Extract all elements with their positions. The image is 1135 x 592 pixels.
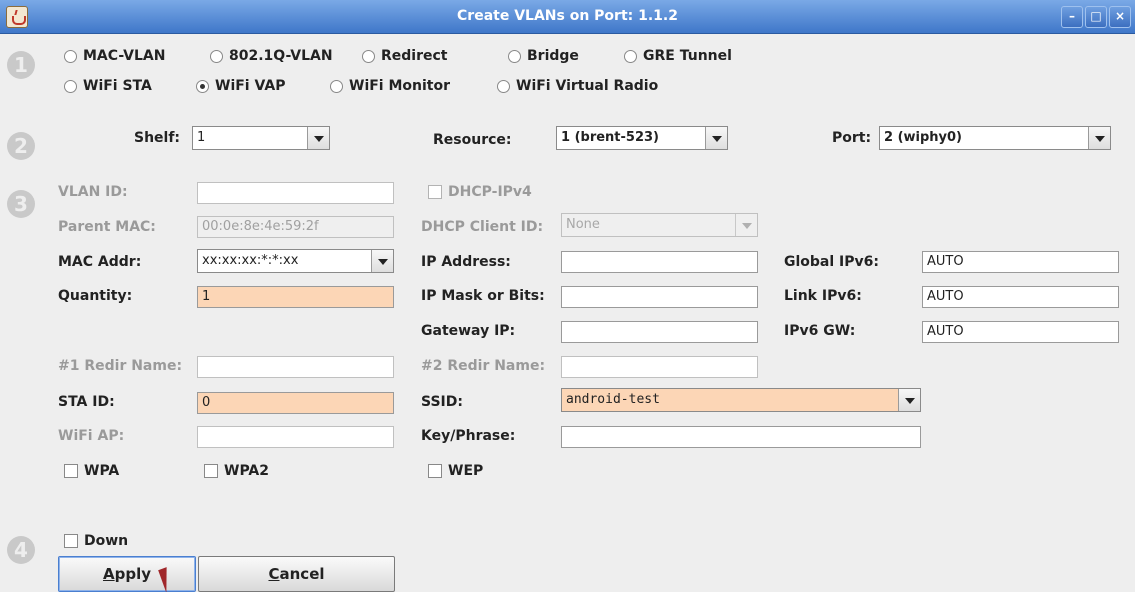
radio-icon [624, 49, 637, 63]
ip-address-input[interactable] [561, 251, 758, 273]
chevron-down-icon[interactable] [735, 214, 757, 236]
quantity-input[interactable]: 1 [197, 286, 394, 308]
gateway-ip-label: Gateway IP: [421, 323, 516, 339]
step-2-icon: 2 [7, 132, 35, 160]
redir2-input[interactable] [561, 356, 758, 378]
step-4-icon: 4 [7, 536, 35, 564]
ip-mask-input[interactable] [561, 286, 758, 308]
window-titlebar: Create VLANs on Port: 1.1.2 – □ × [0, 0, 1135, 34]
gateway-ip-input[interactable] [561, 321, 758, 343]
chevron-down-icon[interactable] [898, 389, 920, 411]
checkbox-icon [64, 534, 78, 548]
apply-button[interactable]: Apply [58, 556, 196, 592]
link-ipv6-input[interactable]: AUTO [922, 286, 1119, 308]
chevron-down-icon[interactable] [705, 127, 727, 149]
radio-wifi-virtual-radio[interactable]: WiFi Virtual Radio [497, 76, 658, 96]
window-title: Create VLANs on Port: 1.1.2 [457, 8, 678, 24]
radio-wifi-vap[interactable]: WiFi VAP [196, 76, 285, 96]
checkbox-icon [204, 464, 218, 478]
redir1-label: #1 Redir Name: [58, 358, 183, 374]
cancel-button[interactable]: Cancel [198, 556, 395, 592]
wifi-ap-label: WiFi AP: [58, 428, 125, 444]
key-phrase-input[interactable] [561, 426, 921, 448]
radio-icon [362, 49, 375, 63]
chevron-down-icon[interactable] [371, 250, 393, 272]
dhcp-client-id-label: DHCP Client ID: [421, 219, 544, 235]
wifi-ap-input[interactable] [197, 426, 394, 448]
global-ipv6-label: Global IPv6: [784, 254, 879, 270]
resource-label: Resource: [433, 132, 512, 148]
radio-wifi-monitor[interactable]: WiFi Monitor [330, 76, 450, 96]
wpa2-checkbox[interactable]: WPA2 [204, 461, 269, 481]
dhcp-ipv4-checkbox[interactable]: DHCP-IPv4 [428, 182, 532, 202]
radio-icon [64, 49, 77, 63]
radio-icon [330, 79, 343, 93]
radio-icon [64, 79, 77, 93]
vlan-id-label: VLAN ID: [58, 184, 128, 200]
redir2-label: #2 Redir Name: [421, 358, 546, 374]
key-phrase-label: Key/Phrase: [421, 428, 516, 444]
wpa-checkbox[interactable]: WPA [64, 461, 119, 481]
quantity-label: Quantity: [58, 288, 133, 304]
parent-mac-label: Parent MAC: [58, 219, 156, 235]
shelf-select[interactable]: 1 [192, 126, 330, 150]
radio-bridge[interactable]: Bridge [508, 46, 579, 66]
close-icon[interactable]: × [1109, 6, 1131, 28]
radio-redirect[interactable]: Redirect [362, 46, 448, 66]
wep-checkbox[interactable]: WEP [428, 461, 483, 481]
radio-mac-vlan[interactable]: MAC-VLAN [64, 46, 165, 66]
step-1-icon: 1 [7, 51, 35, 79]
radio-wifi-sta[interactable]: WiFi STA [64, 76, 152, 96]
dhcp-client-id-select[interactable]: None [561, 213, 758, 237]
radio-8021q-vlan[interactable]: 802.1Q-VLAN [210, 46, 333, 66]
down-checkbox[interactable]: Down [64, 531, 128, 551]
chevron-down-icon[interactable] [1088, 127, 1110, 149]
checkbox-icon [428, 185, 442, 199]
vlan-id-input[interactable] [197, 182, 394, 204]
step-3-icon: 3 [7, 190, 35, 218]
radio-icon [210, 49, 223, 63]
port-select[interactable]: 2 (wiphy0) [879, 126, 1111, 150]
minimize-icon[interactable]: – [1061, 6, 1083, 28]
radio-gre-tunnel[interactable]: GRE Tunnel [624, 46, 732, 66]
mac-addr-select[interactable]: xx:xx:xx:*:*:xx [197, 249, 394, 273]
radio-icon [497, 79, 510, 93]
ssid-select[interactable]: android-test [561, 388, 921, 412]
ipv6-gw-input[interactable]: AUTO [922, 321, 1119, 343]
parent-mac-input[interactable]: 00:0e:8e:4e:59:2f [197, 216, 394, 238]
redir1-input[interactable] [197, 356, 394, 378]
radio-icon [508, 49, 521, 63]
sta-id-input[interactable]: 0 [197, 392, 394, 414]
checkbox-icon [64, 464, 78, 478]
ssid-label: SSID: [421, 394, 463, 410]
radio-selected-icon [196, 79, 209, 93]
ip-mask-label: IP Mask or Bits: [421, 288, 545, 304]
link-ipv6-label: Link IPv6: [784, 288, 862, 304]
resource-select[interactable]: 1 (brent-523) [556, 126, 728, 150]
maximize-icon[interactable]: □ [1085, 6, 1107, 28]
chevron-down-icon[interactable] [307, 127, 329, 149]
ipv6-gw-label: IPv6 GW: [784, 323, 856, 339]
mac-addr-label: MAC Addr: [58, 254, 142, 270]
checkbox-icon [428, 464, 442, 478]
port-label: Port: [832, 130, 872, 146]
global-ipv6-input[interactable]: AUTO [922, 251, 1119, 273]
shelf-label: Shelf: [134, 130, 181, 146]
sta-id-label: STA ID: [58, 394, 115, 410]
ip-address-label: IP Address: [421, 254, 511, 270]
